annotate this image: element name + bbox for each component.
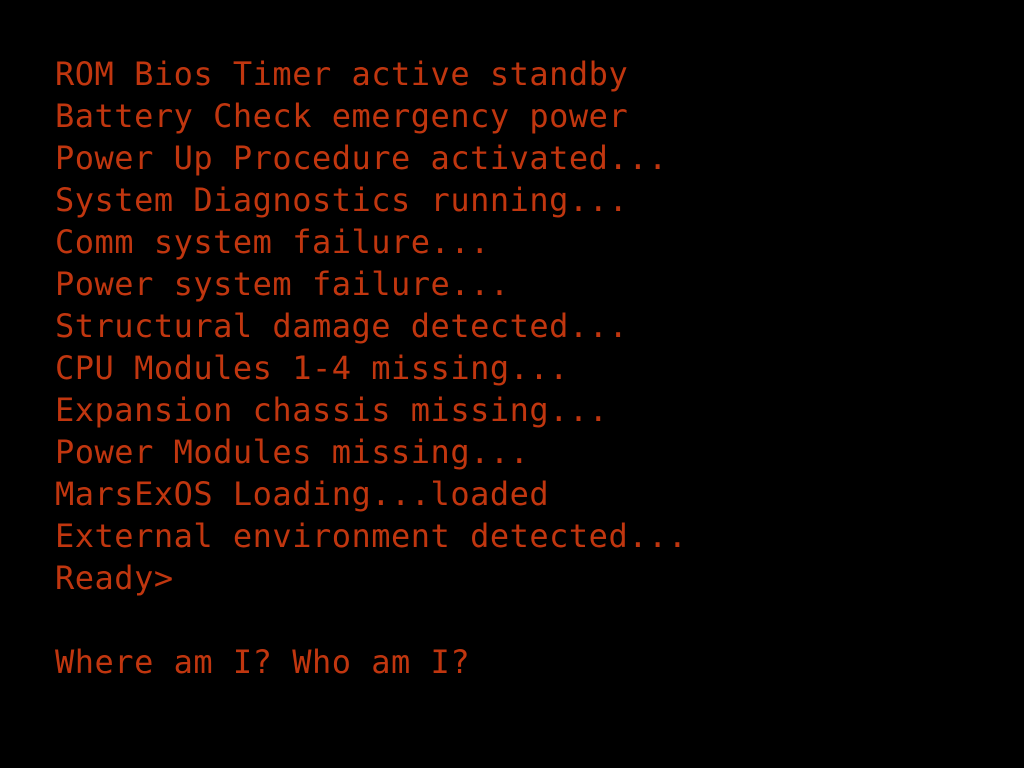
boot-line-power-modules-missing: Power Modules missing... bbox=[55, 433, 530, 471]
boot-line-chassis-missing: Expansion chassis missing... bbox=[55, 391, 609, 429]
boot-line-environment: External environment detected... bbox=[55, 517, 688, 555]
boot-line-cpu-missing: CPU Modules 1-4 missing... bbox=[55, 349, 569, 387]
boot-line-structural-damage: Structural damage detected... bbox=[55, 307, 629, 345]
boot-log: ROM Bios Timer active standby Battery Ch… bbox=[55, 53, 688, 599]
ready-prompt[interactable]: Ready> bbox=[55, 557, 688, 599]
boot-line-battery-check: Battery Check emergency power bbox=[55, 97, 629, 135]
boot-line-os-loading: MarsExOS Loading...loaded bbox=[55, 475, 550, 513]
boot-line-rom-bios: ROM Bios Timer active standby bbox=[55, 55, 629, 93]
boot-line-power-up: Power Up Procedure activated... bbox=[55, 139, 668, 177]
boot-line-comm-failure: Comm system failure... bbox=[55, 223, 490, 261]
terminal-screen: ROM Bios Timer active standby Battery Ch… bbox=[0, 0, 1024, 768]
terminal-question: Where am I? Who am I? bbox=[55, 643, 471, 681]
boot-line-diagnostics: System Diagnostics running... bbox=[55, 181, 629, 219]
boot-line-power-failure: Power system failure... bbox=[55, 265, 510, 303]
